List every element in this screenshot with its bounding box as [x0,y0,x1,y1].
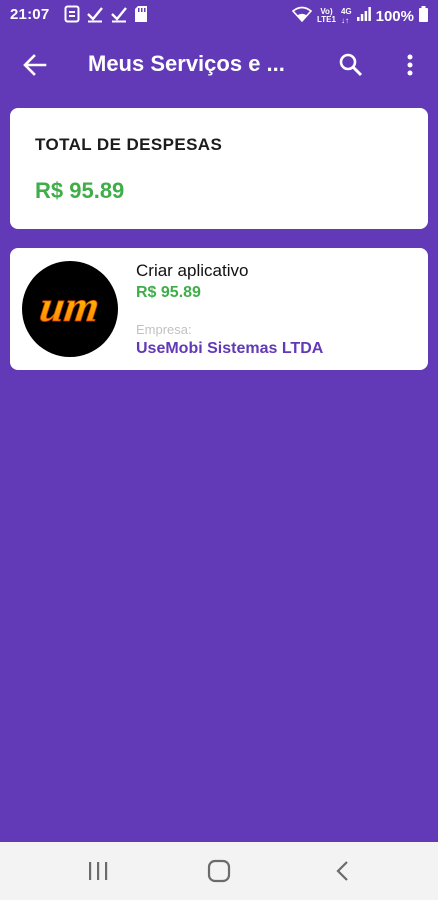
more-vert-icon [407,54,413,76]
sd-card-icon [134,5,148,27]
total-expenses-label: TOTAL DE DESPESAS [35,135,223,154]
check-icon [110,5,128,27]
search-icon [339,53,363,77]
nav-back-button[interactable] [330,858,356,884]
arrow-back-icon [23,54,47,76]
service-price: R$ 95.89 [136,284,201,301]
system-navigation-bar [0,842,438,900]
status-bar: 21:07 Vo) LTE1 4G ↓↑ 100% [0,0,438,31]
recent-apps-button[interactable] [85,858,111,884]
signal-4g-icon: 4G ↓↑ [340,7,352,25]
service-name: Criar aplicativo [136,261,249,280]
status-time: 21:07 [10,6,50,23]
search-button[interactable] [336,50,366,80]
home-button[interactable] [206,858,232,884]
overflow-menu-button[interactable] [398,50,422,80]
wifi-icon [291,6,313,26]
back-button[interactable] [20,50,50,80]
status-right: Vo) LTE1 4G ↓↑ 100% [291,6,428,26]
svg-text:um: um [37,282,103,331]
battery-icon [419,6,428,26]
recent-apps-icon [89,862,108,880]
screen-record-icon [64,5,80,27]
app-bar: Meus Serviços e ... [0,31,438,98]
home-icon [207,859,231,883]
total-expenses-card: TOTAL DE DESPESAS R$ 95.89 [10,108,428,229]
volte-icon: Vo) LTE1 [316,7,336,24]
company-label: Empresa: [136,322,192,337]
page-title: Meus Serviços e ... [88,51,285,76]
check-icon [86,5,104,27]
back-icon [336,861,348,881]
total-expenses-value: R$ 95.89 [35,178,125,203]
signal-bars-icon [356,7,371,25]
battery-percent: 100% [375,7,414,25]
service-card[interactable]: um Criar aplicativo R$ 95.89 Empresa: Us… [10,248,428,370]
company-logo: um [22,261,118,357]
company-name: UseMobi Sistemas LTDA [136,340,324,357]
status-left-icons [64,5,148,27]
